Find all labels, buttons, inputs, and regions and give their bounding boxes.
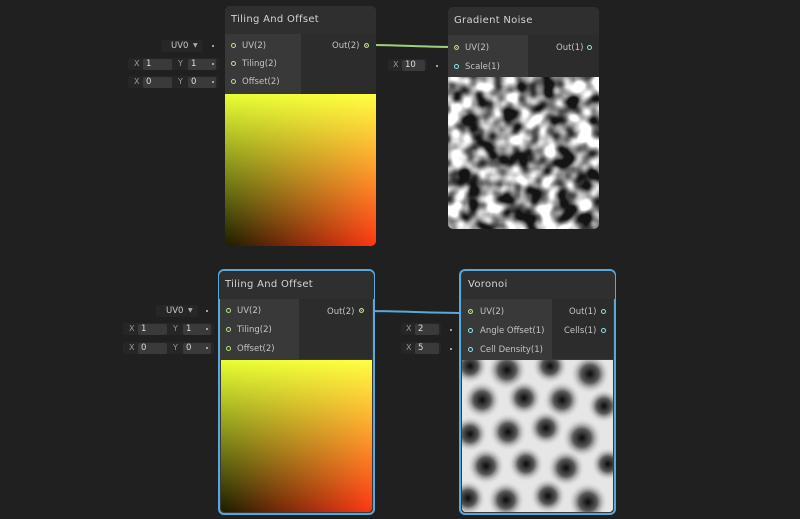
tiling-offset-node-bottom[interactable]: Tiling And Offset UV(2) Tiling(2) Offset… <box>218 269 375 515</box>
tiling-input-port[interactable] <box>231 61 236 66</box>
offset-vector-field[interactable]: X 0 Y 0 <box>128 76 219 88</box>
out-output-label: Out(1) <box>569 307 597 317</box>
uv-preview <box>221 360 372 512</box>
graph-edges <box>361 44 471 314</box>
noise-preview <box>448 77 599 229</box>
out-output-port[interactable] <box>587 45 592 50</box>
out-output-label: Out(1) <box>556 43 584 53</box>
cell-density-input-port[interactable] <box>468 347 473 352</box>
offset-x-input[interactable]: 0 <box>143 76 172 88</box>
out-output-port[interactable] <box>359 308 364 313</box>
cell-density-x-input[interactable]: 5 <box>415 342 439 354</box>
uv-channel-dropdown[interactable]: UV0 ▼ <box>156 305 198 317</box>
uv-input-port[interactable] <box>454 45 459 50</box>
tiling-input-label: Tiling(2) <box>242 59 277 69</box>
angle-offset-input-label: Angle Offset(1) <box>480 326 545 336</box>
uv-input-label: UV(2) <box>242 41 267 51</box>
scale-input-label: Scale(1) <box>465 62 500 72</box>
uv-input-label: UV(2) <box>465 43 490 53</box>
voronoi-preview <box>462 360 613 512</box>
cell-density-field[interactable]: X 5 <box>401 342 441 354</box>
node-title[interactable]: Tiling And Offset <box>225 6 376 34</box>
offset-x-input[interactable]: 0 <box>138 342 167 354</box>
uv-input-label: UV(2) <box>480 307 505 317</box>
out-output-port[interactable] <box>601 309 606 314</box>
voronoi-node[interactable]: Voronoi UV(2) Angle Offset(1) Cell Densi… <box>459 269 616 515</box>
node-title[interactable]: Gradient Noise <box>448 7 599 35</box>
chevron-down-icon: ▼ <box>188 307 193 314</box>
offset-vector-field[interactable]: X 0 Y 0 <box>123 342 214 354</box>
edge-tiling-to-noise <box>367 44 457 48</box>
out-output-label: Out(2) <box>332 41 360 51</box>
offset-input-port[interactable] <box>231 79 236 84</box>
uv-input-label: UV(2) <box>237 306 262 316</box>
node-title[interactable]: Voronoi <box>462 271 615 299</box>
scale-field[interactable]: X 10 <box>388 59 427 71</box>
offset-input-label: Offset(2) <box>237 344 275 354</box>
scale-input-port[interactable] <box>454 64 459 69</box>
uv-channel-dropdown[interactable]: UV0 ▼ <box>161 40 203 52</box>
edge-tiling-to-voronoi <box>361 310 471 314</box>
uv-input-port[interactable] <box>231 43 236 48</box>
angle-offset-field[interactable]: X 2 <box>401 323 441 335</box>
out-output-port[interactable] <box>364 43 369 48</box>
gradient-noise-node[interactable]: Gradient Noise UV(2) Scale(1) Out(1) <box>448 7 599 229</box>
cells-output-port[interactable] <box>601 328 606 333</box>
uv-preview <box>225 94 376 246</box>
tiling-vector-field[interactable]: X 1 Y 1 <box>128 58 219 70</box>
uv-input-port[interactable] <box>468 309 473 314</box>
offset-input-port[interactable] <box>226 346 231 351</box>
tiling-vector-field[interactable]: X 1 Y 1 <box>123 323 214 335</box>
tiling-x-input[interactable]: 1 <box>138 323 167 335</box>
tiling-input-label: Tiling(2) <box>237 325 272 335</box>
tiling-offset-node-top[interactable]: Tiling And Offset UV(2) Tiling(2) Offset… <box>225 6 376 246</box>
out-output-label: Out(2) <box>327 307 355 317</box>
tiling-input-port[interactable] <box>226 327 231 332</box>
node-title[interactable]: Tiling And Offset <box>219 271 374 299</box>
tiling-x-input[interactable]: 1 <box>143 58 172 70</box>
uv-input-port[interactable] <box>226 308 231 313</box>
cell-density-input-label: Cell Density(1) <box>480 345 543 355</box>
cells-output-label: Cells(1) <box>564 326 597 336</box>
angle-offset-input-port[interactable] <box>468 328 473 333</box>
chevron-down-icon: ▼ <box>193 42 198 49</box>
scale-x-input[interactable]: 10 <box>402 59 425 71</box>
offset-input-label: Offset(2) <box>242 77 280 87</box>
angle-offset-x-input[interactable]: 2 <box>415 323 439 335</box>
